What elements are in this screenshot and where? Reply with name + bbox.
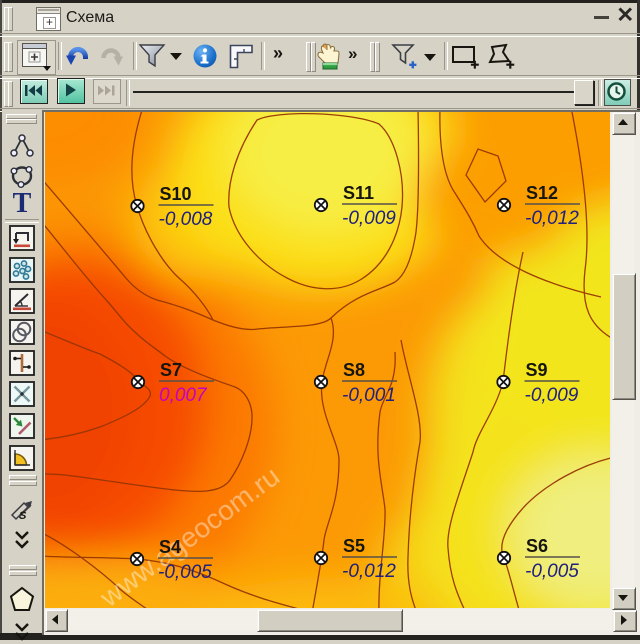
svg-text:S7: S7 <box>160 360 182 380</box>
svg-text:S4: S4 <box>159 537 181 557</box>
svg-text:-0,009: -0,009 <box>342 208 396 229</box>
svg-text:S6: S6 <box>526 536 548 556</box>
svg-text:-0,009: -0,009 <box>525 385 579 406</box>
svg-text:S5: S5 <box>343 536 365 556</box>
svg-text:-0,008: -0,008 <box>159 209 213 230</box>
svg-text:S12: S12 <box>526 183 558 203</box>
svg-text:-0,001: -0,001 <box>342 385 396 406</box>
svg-text:0,007: 0,007 <box>159 385 208 406</box>
svg-text:-0,005: -0,005 <box>158 562 212 583</box>
svg-text:S11: S11 <box>343 183 374 203</box>
svg-text:S10: S10 <box>160 184 192 204</box>
svg-text:-0,012: -0,012 <box>342 561 396 582</box>
svg-text:-0,005: -0,005 <box>525 561 579 582</box>
svg-text:-0,012: -0,012 <box>525 208 579 229</box>
svg-text:S8: S8 <box>343 360 365 380</box>
svg-text:S: S <box>19 510 27 522</box>
svg-text:S9: S9 <box>526 360 548 380</box>
